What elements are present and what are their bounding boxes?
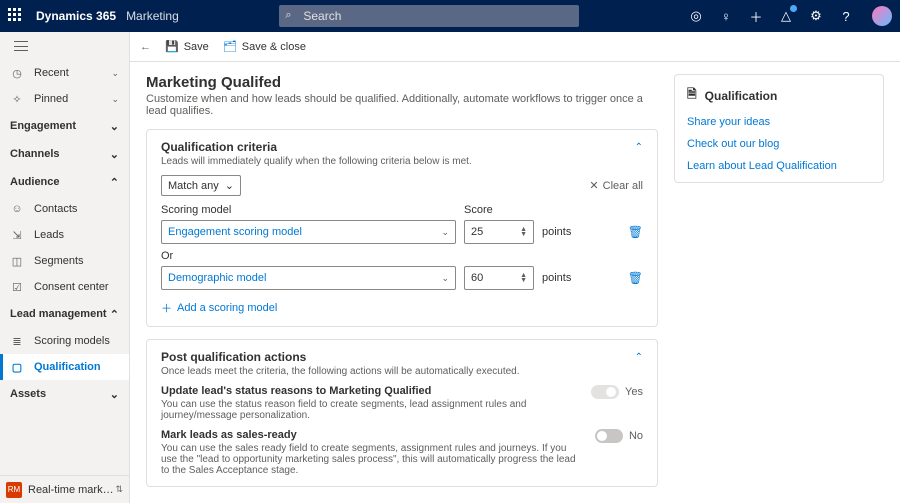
spinner-icon[interactable]: ▲▼ bbox=[520, 227, 527, 237]
score-label: Score bbox=[464, 204, 534, 216]
pin-icon: ✧ bbox=[10, 93, 24, 106]
save-icon: 💾 bbox=[165, 40, 179, 53]
chevron-up-icon: ⌃ bbox=[110, 176, 119, 189]
help-panel-title: Qualification bbox=[705, 89, 778, 103]
chevron-down-icon: ⌄ bbox=[110, 120, 119, 133]
chevron-down-icon: ⌄ bbox=[441, 227, 449, 238]
notifications-icon[interactable]: △ bbox=[778, 8, 794, 24]
chevron-down-icon: ⌄ bbox=[111, 94, 119, 105]
top-navbar: Dynamics 365 Marketing ⌕ ◎ ♀ ＋ △ ⚙ ? bbox=[0, 0, 900, 32]
sidebar-item-contacts[interactable]: ☺Contacts bbox=[0, 196, 129, 222]
action-1-toggle-label: Yes bbox=[625, 386, 643, 398]
action-2-toggle-label: No bbox=[629, 430, 643, 442]
help-panel: 🗎 Qualification Share your ideas Check ou… bbox=[674, 74, 884, 183]
updown-icon: ⇅ bbox=[115, 484, 123, 495]
assistant-icon[interactable]: ◎ bbox=[688, 8, 704, 24]
unit-label: points bbox=[542, 272, 571, 284]
sidebar-item-scoring-models[interactable]: ≣Scoring models bbox=[0, 328, 129, 354]
action-2-toggle[interactable] bbox=[595, 429, 623, 443]
main-area: ← 💾Save 🗂Save & close Marketing Qualifed… bbox=[130, 32, 900, 503]
back-button[interactable]: ← bbox=[140, 41, 151, 53]
sidebar-item-segments[interactable]: ◫Segments bbox=[0, 248, 129, 274]
sidebar-item-leads[interactable]: ⇲Leads bbox=[0, 222, 129, 248]
area-switcher[interactable]: RMReal-time marketi…⇅ bbox=[0, 475, 129, 503]
criteria-title: Qualification criteria bbox=[161, 140, 635, 154]
save-button[interactable]: 💾Save bbox=[165, 40, 209, 53]
sidebar: ◷Recent⌄ ✧Pinned⌄ Engagement⌄ Channels⌄ … bbox=[0, 32, 130, 503]
sidebar-toggle[interactable] bbox=[0, 32, 129, 60]
action-2-title: Mark leads as sales-ready bbox=[161, 429, 583, 441]
criteria-subtitle: Leads will immediately qualify when the … bbox=[161, 156, 643, 167]
action-1-toggle[interactable] bbox=[591, 385, 619, 399]
clear-all-button[interactable]: ✕Clear all bbox=[589, 179, 643, 192]
add-icon[interactable]: ＋ bbox=[748, 8, 764, 24]
post-qualification-card: Post qualification actions⌃ Once leads m… bbox=[146, 339, 658, 487]
save-close-icon: 🗂 bbox=[223, 40, 237, 53]
app-launcher-icon[interactable] bbox=[8, 8, 24, 24]
sidebar-group-assets[interactable]: Assets⌄ bbox=[0, 380, 129, 408]
plus-icon: ＋ bbox=[161, 300, 172, 316]
sidebar-group-audience[interactable]: Audience⌃ bbox=[0, 168, 129, 196]
clock-icon: ◷ bbox=[10, 67, 24, 80]
brand-name: Dynamics 365 bbox=[36, 9, 116, 23]
actions-title: Post qualification actions bbox=[161, 350, 635, 364]
back-icon: ← bbox=[140, 41, 151, 53]
sidebar-item-pinned[interactable]: ✧Pinned⌄ bbox=[0, 86, 129, 112]
search-input[interactable] bbox=[279, 5, 579, 27]
doc-icon: 🗎 bbox=[687, 85, 697, 106]
delete-row-button-1[interactable]: 🗑 bbox=[628, 225, 643, 239]
save-close-button[interactable]: 🗂Save & close bbox=[223, 40, 306, 53]
qualification-icon: ▢ bbox=[10, 361, 24, 374]
command-bar: ← 💾Save 🗂Save & close bbox=[130, 32, 900, 62]
page-title: Marketing Qualifed bbox=[146, 74, 658, 91]
sidebar-group-engagement[interactable]: Engagement⌄ bbox=[0, 112, 129, 140]
scoring-model-label: Scoring model bbox=[161, 204, 456, 216]
sidebar-item-qualification[interactable]: ▢Qualification bbox=[0, 354, 129, 380]
add-scoring-model-button[interactable]: ＋Add a scoring model bbox=[161, 300, 643, 316]
scoring-model-dropdown-2[interactable]: Demographic model⌄ bbox=[161, 266, 456, 290]
action-1-desc: You can use the status reason field to c… bbox=[161, 399, 579, 421]
area-icon: RM bbox=[6, 482, 22, 498]
score-input-2[interactable]: 60▲▼ bbox=[464, 266, 534, 290]
collapse-icon[interactable]: ⌃ bbox=[635, 142, 643, 153]
sidebar-group-lead-mgmt[interactable]: Lead management⌃ bbox=[0, 300, 129, 328]
leads-icon: ⇲ bbox=[10, 229, 24, 242]
chevron-up-icon: ⌃ bbox=[110, 308, 119, 321]
chevron-down-icon: ⌄ bbox=[111, 68, 119, 79]
person-icon: ☺ bbox=[10, 203, 24, 215]
sidebar-group-channels[interactable]: Channels⌄ bbox=[0, 140, 129, 168]
chevron-down-icon: ⌄ bbox=[110, 388, 119, 401]
match-dropdown[interactable]: Match any⌄ bbox=[161, 175, 241, 196]
or-label: Or bbox=[161, 250, 643, 262]
delete-row-button-2[interactable]: 🗑 bbox=[628, 271, 643, 285]
help-icon[interactable]: ? bbox=[838, 8, 854, 24]
help-link-1[interactable]: Share your ideas bbox=[687, 116, 871, 128]
settings-icon[interactable]: ⚙ bbox=[808, 8, 824, 24]
help-link-3[interactable]: Learn about Lead Qualification bbox=[687, 160, 871, 172]
score-input-1[interactable]: 25▲▼ bbox=[464, 220, 534, 244]
actions-subtitle: Once leads meet the criteria, the follow… bbox=[161, 366, 643, 377]
spinner-icon[interactable]: ▲▼ bbox=[520, 273, 527, 283]
qualification-criteria-card: Qualification criteria⌃ Leads will immed… bbox=[146, 129, 658, 327]
chevron-down-icon: ⌄ bbox=[441, 273, 449, 284]
help-link-2[interactable]: Check out our blog bbox=[687, 138, 871, 150]
action-2-desc: You can use the sales ready field to cre… bbox=[161, 443, 583, 476]
page-description: Customize when and how leads should be q… bbox=[146, 93, 658, 117]
unit-label: points bbox=[542, 226, 571, 238]
sidebar-item-recent[interactable]: ◷Recent⌄ bbox=[0, 60, 129, 86]
collapse-icon[interactable]: ⌃ bbox=[635, 352, 643, 363]
segments-icon: ◫ bbox=[10, 255, 24, 268]
scoring-model-dropdown-1[interactable]: Engagement scoring model⌄ bbox=[161, 220, 456, 244]
avatar[interactable] bbox=[872, 6, 892, 26]
sidebar-item-consent[interactable]: ☑Consent center bbox=[0, 274, 129, 300]
close-icon: ✕ bbox=[589, 179, 598, 192]
search-icon: ⌕ bbox=[285, 9, 291, 22]
consent-icon: ☑ bbox=[10, 281, 24, 294]
module-name: Marketing bbox=[126, 9, 179, 23]
action-1-title: Update lead's status reasons to Marketin… bbox=[161, 385, 579, 397]
chevron-down-icon: ⌄ bbox=[110, 148, 119, 161]
scoring-icon: ≣ bbox=[10, 335, 24, 348]
chevron-down-icon: ⌄ bbox=[225, 179, 234, 192]
lightbulb-icon[interactable]: ♀ bbox=[718, 8, 734, 24]
